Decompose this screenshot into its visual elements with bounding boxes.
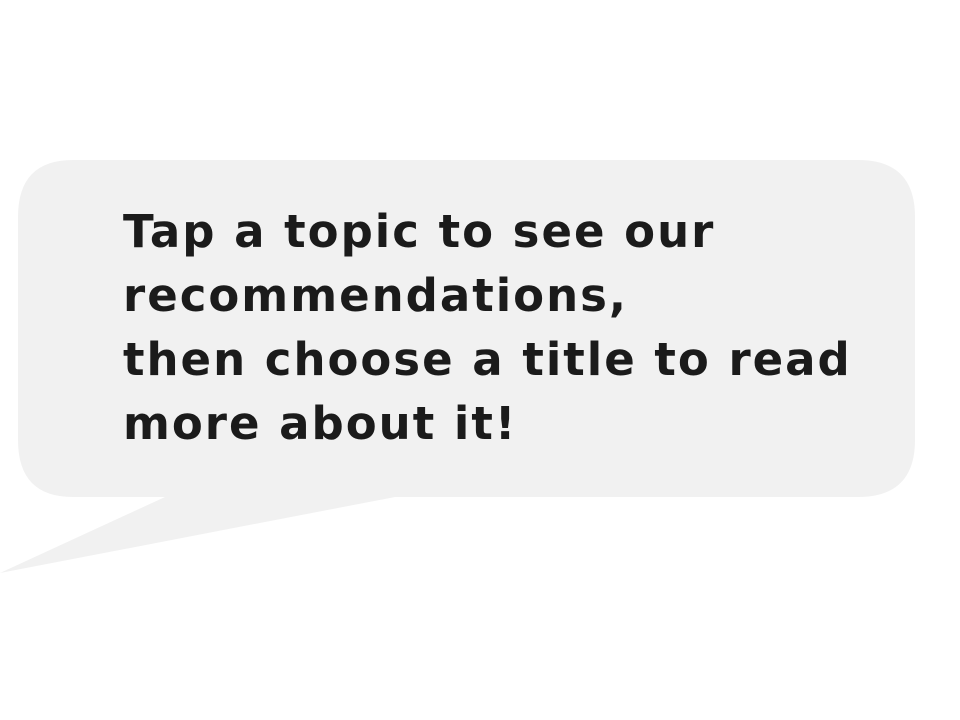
speech-bubble-message: Tap a topic to see our recommendations, … xyxy=(123,200,863,456)
message-line-4: more about it! xyxy=(123,397,518,450)
page: Tap a topic to see our recommendations, … xyxy=(0,0,960,720)
message-line-1: Tap a topic to see our xyxy=(123,205,716,258)
message-line-3: then choose a title to read xyxy=(123,333,852,386)
message-line-2: recommendations, xyxy=(123,269,628,322)
